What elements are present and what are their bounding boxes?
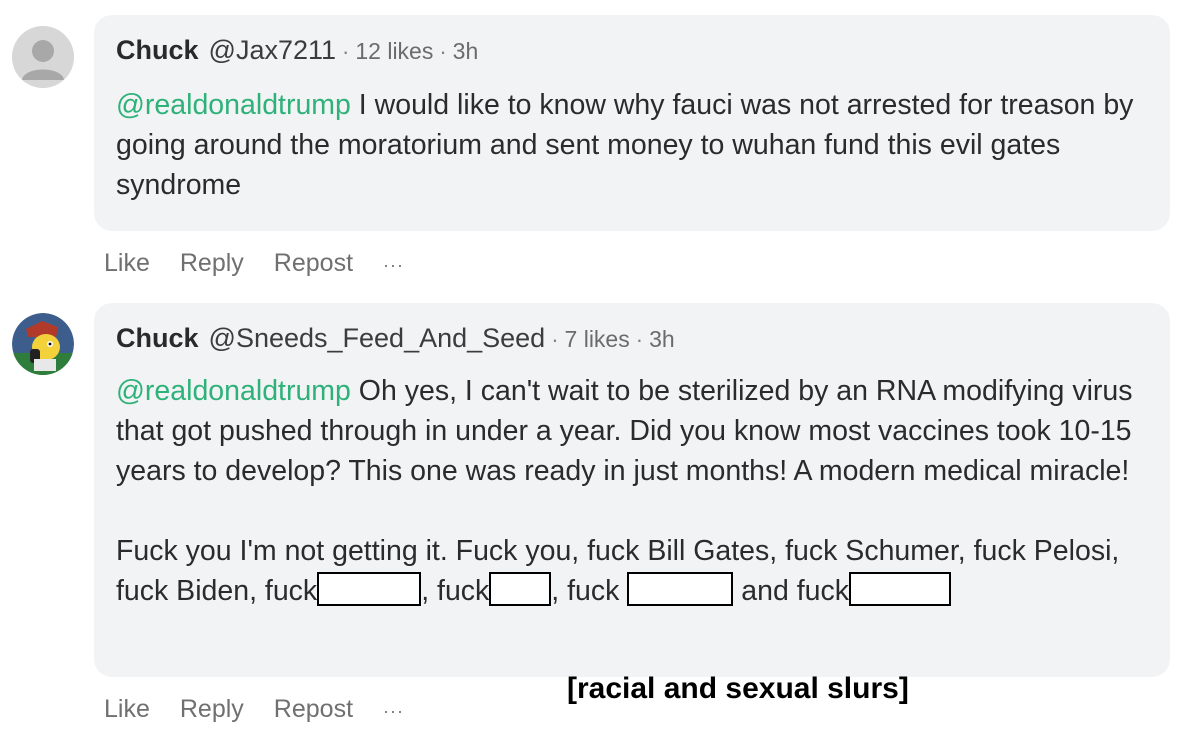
- more-options-icon[interactable]: ···: [383, 701, 404, 721]
- comment-bubble: Chuck @Jax7211 · 12 likes · 3h @realdonaldtru…: [94, 15, 1170, 231]
- author-name[interactable]: Chuck: [116, 323, 199, 353]
- separator: ·: [635, 327, 644, 352]
- cartoon-avatar-icon: [12, 313, 74, 375]
- comment-body-2c: , fuck: [551, 575, 620, 607]
- avatar[interactable]: [12, 26, 74, 88]
- comment-meta: Chuck @Sneeds_Feed_And_Seed · 7 likes · 3h: [116, 323, 675, 354]
- like-button[interactable]: Like: [104, 695, 150, 723]
- comment-text: @realdonaldtrump I would like to know wh…: [116, 85, 1140, 205]
- comment-body-2b: , fuck: [421, 575, 490, 607]
- comment-body-2d: and fuck: [733, 575, 849, 607]
- likes-count[interactable]: 12 likes: [355, 38, 433, 64]
- reply-button[interactable]: Reply: [180, 695, 244, 723]
- avatar[interactable]: [12, 313, 74, 375]
- more-options-icon[interactable]: ···: [383, 255, 404, 275]
- redaction-box: [848, 572, 951, 606]
- timestamp: 3h: [452, 38, 479, 64]
- comment-actions: Like Reply Repost ···: [104, 695, 434, 724]
- reply-button[interactable]: Reply: [180, 249, 244, 277]
- comment-text: @realdonaldtrump Oh yes, I can't wait to…: [116, 371, 1140, 611]
- redaction-box: [489, 572, 552, 606]
- like-button[interactable]: Like: [104, 249, 150, 277]
- comment-bubble: Chuck @Sneeds_Feed_And_Seed · 7 likes · 3h @r…: [94, 303, 1170, 677]
- author-handle[interactable]: @Sneeds_Feed_And_Seed: [209, 323, 546, 353]
- separator: ·: [439, 39, 447, 64]
- author-handle[interactable]: @Jax7211: [209, 35, 337, 65]
- likes-count[interactable]: 7 likes: [565, 326, 630, 352]
- separator: ·: [342, 39, 350, 64]
- author-name[interactable]: Chuck: [116, 35, 199, 65]
- separator: ·: [551, 327, 559, 352]
- timestamp: 3h: [649, 326, 675, 352]
- mention-link[interactable]: @realdonaldtrump: [116, 375, 351, 407]
- comment-meta: Chuck @Jax7211 · 12 likes · 3h: [116, 35, 478, 66]
- mention-link[interactable]: @realdonaldtrump: [116, 89, 351, 121]
- repost-button[interactable]: Repost: [274, 249, 353, 277]
- comment-actions: Like Reply Repost ···: [104, 249, 434, 278]
- repost-button[interactable]: Repost: [274, 695, 353, 723]
- redaction-caption: [racial and sexual slurs]: [567, 672, 909, 705]
- redaction-box: [627, 572, 734, 606]
- default-user-icon: [12, 26, 74, 88]
- redaction-box: [317, 572, 422, 606]
